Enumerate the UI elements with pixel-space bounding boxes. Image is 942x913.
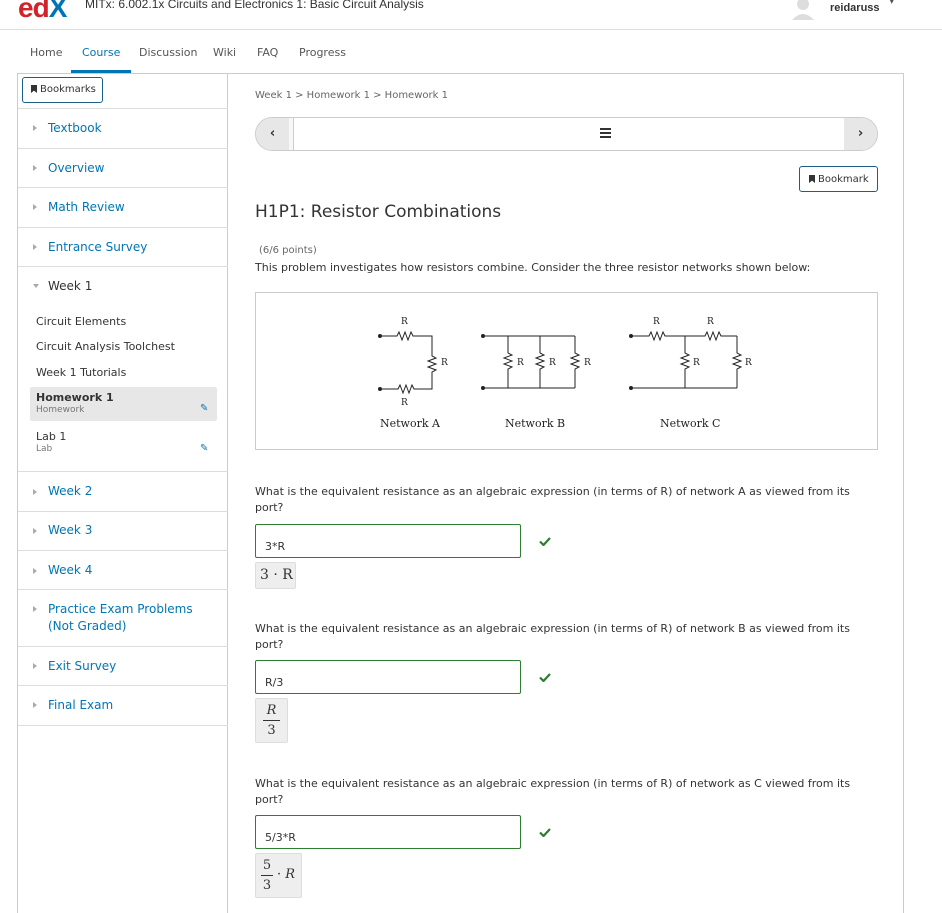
- divider: [18, 550, 228, 551]
- check-icon: [539, 673, 551, 682]
- subsection-lab-1[interactable]: Lab 1: [36, 430, 66, 443]
- divider: [18, 227, 228, 228]
- check-icon: [539, 828, 551, 837]
- resistor-label: R: [707, 317, 714, 327]
- problem-intro: This problem investigates how resistors …: [255, 261, 811, 274]
- sidebar-item-textbook[interactable]: Textbook: [48, 120, 102, 137]
- resistor-networks-figure: R R R R R R R R R R Network A Network B …: [255, 292, 878, 450]
- divider: [18, 685, 228, 686]
- answer-3-preview: 5 3 · R: [255, 853, 302, 898]
- divider: [18, 471, 228, 472]
- points-label: (6/6 points): [259, 245, 317, 256]
- sidebar-item-week-3[interactable]: Week 3: [48, 522, 92, 539]
- resistor-label: R: [517, 358, 524, 368]
- course-tabs: Home Course Discussion Wiki FAQ Progress: [0, 30, 942, 74]
- sidebar-item-entrance-survey[interactable]: Entrance Survey: [48, 239, 147, 256]
- chevron-down-icon[interactable]: ▾: [889, 0, 895, 7]
- sequence-tab[interactable]: [293, 118, 845, 150]
- sidebar-item-week-4[interactable]: Week 4: [48, 562, 92, 579]
- tab-wiki[interactable]: Wiki: [213, 46, 236, 59]
- username[interactable]: reidaruss: [830, 2, 880, 14]
- resistor-label: R: [745, 358, 752, 368]
- resistor-label: R: [584, 358, 591, 368]
- check-icon: [539, 537, 551, 546]
- divider: [18, 725, 228, 726]
- sidebar-item-week-2[interactable]: Week 2: [48, 483, 92, 500]
- subsection-circuit-elements[interactable]: Circuit Elements: [36, 315, 126, 328]
- resistor-label: R: [653, 317, 660, 327]
- next-button[interactable]: ›: [844, 118, 877, 150]
- answer-1-preview: 3 · R: [255, 562, 296, 589]
- question-2-text: What is the equivalent resistance as an …: [255, 622, 850, 651]
- edit-icon: ✎: [200, 443, 209, 454]
- divider: [18, 148, 228, 149]
- subsection-week-1-tutorials[interactable]: Week 1 Tutorials: [36, 366, 126, 379]
- resistor-label: R: [549, 358, 556, 368]
- chevron-right-icon: [33, 489, 37, 495]
- bookmark-button[interactable]: Bookmark: [799, 166, 878, 192]
- divider: [18, 108, 228, 109]
- edit-icon: ✎: [200, 403, 209, 414]
- resistor-label: R: [401, 317, 408, 327]
- chevron-right-icon: [33, 702, 37, 708]
- top-bar: edX MITx: 6.002.1x Circuits and Electron…: [0, 0, 942, 30]
- answer-1-input[interactable]: [255, 524, 521, 558]
- network-c-label: Network C: [660, 417, 720, 430]
- chevron-right-icon: [33, 663, 37, 669]
- sidebar-item-exit-survey[interactable]: Exit Survey: [48, 658, 116, 675]
- sidebar-item-week-1[interactable]: Week 1: [48, 278, 92, 295]
- chevron-right-icon: [33, 528, 37, 534]
- question-1-text: What is the equivalent resistance as an …: [255, 485, 850, 514]
- previous-button[interactable]: ‹: [256, 118, 289, 150]
- resistor-label: R: [401, 398, 408, 408]
- tab-discussion[interactable]: Discussion: [139, 46, 198, 59]
- course-title: MITx: 6.002.1x Circuits and Electronics …: [85, 0, 424, 11]
- chevron-right-icon: [33, 165, 37, 171]
- network-b-label: Network B: [505, 417, 565, 430]
- divider: [18, 266, 228, 267]
- network-a-label: Network A: [380, 417, 441, 430]
- question-3-text: What is the equivalent resistance as an …: [255, 777, 851, 806]
- subsection-type: Homework: [36, 405, 85, 415]
- sidebar-item-final-exam[interactable]: Final Exam: [48, 697, 113, 714]
- sidebar-item-overview[interactable]: Overview: [48, 160, 105, 177]
- tab-course[interactable]: Course: [70, 46, 132, 73]
- avatar-icon[interactable]: [788, 0, 818, 20]
- bookmark-icon: [809, 175, 815, 183]
- chevron-right-icon: [33, 125, 37, 131]
- chevron-right-icon: [33, 244, 37, 250]
- bookmark-icon: [31, 85, 37, 93]
- chevron-right-icon: [33, 606, 37, 612]
- circuit-diagram: R R R R R R R R R R Network A Network B …: [378, 317, 752, 430]
- breadcrumb[interactable]: Week 1 > Homework 1 > Homework 1: [255, 90, 448, 101]
- divider: [18, 646, 228, 647]
- sidebar-item-practice-exam[interactable]: Practice Exam Problems (Not Graded): [48, 601, 218, 635]
- subsection-title: Homework 1: [36, 391, 114, 404]
- tab-faq[interactable]: FAQ: [257, 46, 278, 59]
- divider: [18, 589, 228, 590]
- subsection-circuit-analysis-toolchest[interactable]: Circuit Analysis Toolchest: [36, 340, 175, 353]
- divider: [18, 511, 228, 512]
- problem-title: H1P1: Resistor Combinations: [255, 202, 502, 222]
- resistor-label: R: [693, 358, 700, 368]
- bookmarks-button[interactable]: Bookmarks: [22, 77, 103, 103]
- resistor-labels: R R R R R R R R R R: [401, 317, 752, 408]
- resistor-label: R: [441, 358, 448, 368]
- answer-3-input[interactable]: [255, 815, 521, 849]
- answer-2-input[interactable]: [255, 660, 521, 694]
- tab-home[interactable]: Home: [30, 46, 62, 59]
- sidebar-item-math-review[interactable]: Math Review: [48, 199, 125, 216]
- chevron-right-icon: [33, 568, 37, 574]
- answer-2-preview: R 3: [255, 698, 288, 743]
- chevron-down-icon: [33, 284, 39, 288]
- divider: [18, 187, 228, 188]
- chevron-right-icon: [33, 204, 37, 210]
- edx-logo[interactable]: edX: [18, 0, 67, 24]
- list-icon: [600, 128, 611, 138]
- tab-progress[interactable]: Progress: [299, 46, 346, 59]
- sequence-navigation: ‹ ›: [255, 117, 878, 151]
- subsection-type: Lab: [36, 444, 53, 454]
